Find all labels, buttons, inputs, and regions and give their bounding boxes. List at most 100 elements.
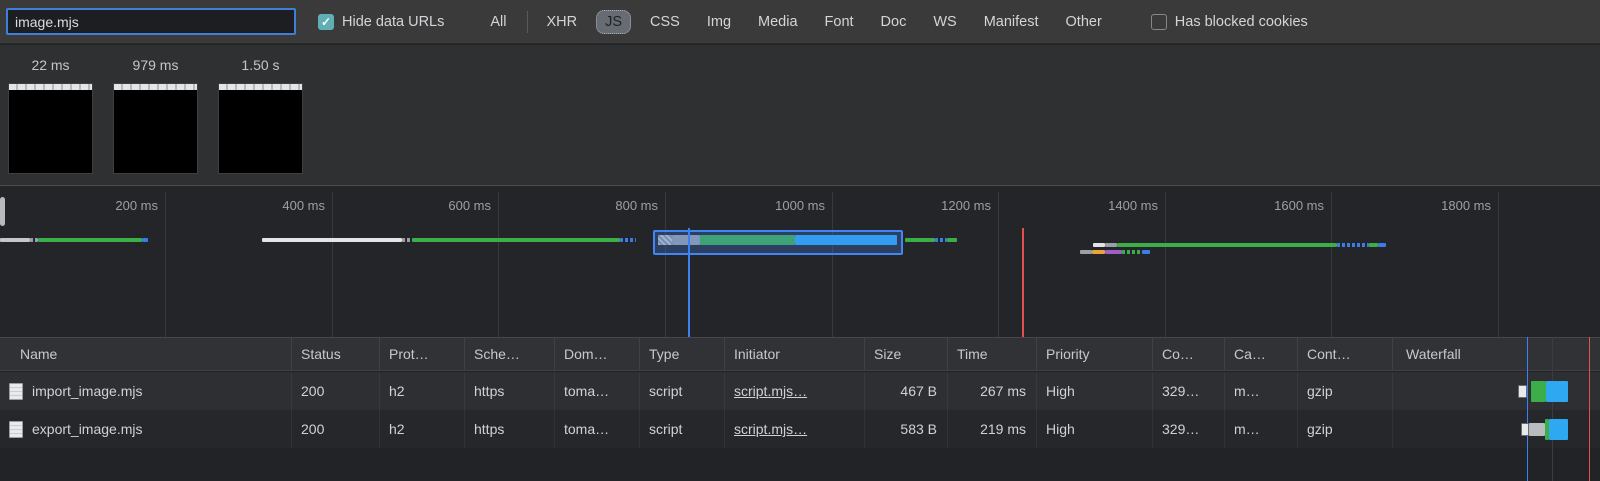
frame-screenshot (8, 83, 93, 174)
timeline-tick-label: 800 ms (615, 198, 658, 213)
toolbar-separator (527, 11, 528, 33)
cell-time: 267 ms (948, 372, 1037, 410)
cell-protocol: h2 (380, 372, 465, 410)
cell-ca: m… (1225, 410, 1298, 448)
frame-timestamp: 1.50 s (218, 57, 303, 77)
waterfall-segment-blue (142, 238, 148, 242)
column-header-initiator[interactable]: Initiator (725, 338, 865, 370)
load-event-marker (1022, 228, 1024, 337)
cell-size: 467 B (865, 372, 948, 410)
table-header-row: NameStatusProt…Sche…Dom…TypeInitiatorSiz… (0, 337, 1600, 371)
waterfall-segment-blue (1337, 243, 1369, 247)
waterfall-segment-blue (1142, 250, 1150, 254)
cell-initiator: script.mjs… (725, 410, 865, 448)
cell-domain: toma… (555, 372, 640, 410)
cell-name: import_image.mjs (0, 372, 292, 410)
waterfall-segment-blue (935, 238, 947, 242)
timeline-tick-label: 1800 ms (1441, 198, 1491, 213)
timeline-gridline (1331, 192, 1332, 337)
overview-selection-window[interactable] (653, 230, 903, 255)
filter-js[interactable]: JS (596, 10, 631, 34)
timeline-tick-label: 200 ms (115, 198, 158, 213)
column-header-dom[interactable]: Dom… (555, 338, 640, 370)
waterfall-segment-blue (1378, 243, 1386, 247)
hide-data-urls-checkbox[interactable]: ✓ (318, 14, 334, 30)
column-header-sche[interactable]: Sche… (465, 338, 555, 370)
timeline-gridline (332, 192, 333, 337)
cell-priority: High (1037, 372, 1153, 410)
frame-screenshot-chrome (114, 84, 197, 90)
waterfall-segment-lightgray (0, 238, 30, 242)
network-filter-toolbar: ✓ Hide data URLs All XHR JS CSS Img Media Font… (0, 0, 1600, 44)
waterfall-segment-purple (1105, 250, 1122, 254)
cell-protocol: h2 (380, 410, 465, 448)
timeline-gridline (832, 192, 833, 337)
filmstrip: 22 ms 979 ms 1.50 s (0, 45, 1600, 185)
initiator-link[interactable]: script.mjs… (734, 421, 807, 437)
cell-cont: gzip (1298, 372, 1393, 410)
frame-timestamp: 979 ms (113, 57, 198, 77)
column-header-status[interactable]: Status (292, 338, 380, 370)
domcontentloaded-marker (688, 228, 690, 337)
column-header-cont[interactable]: Cont… (1298, 338, 1393, 370)
cell-initiator: script.mjs… (725, 372, 865, 410)
has-blocked-cookies-checkbox[interactable] (1151, 14, 1167, 30)
has-blocked-cookies-label: Has blocked cookies (1175, 14, 1308, 30)
filter-all[interactable]: All (482, 10, 514, 34)
column-header-size[interactable]: Size (865, 338, 948, 370)
cell-size: 583 B (865, 410, 948, 448)
filmstrip-frame[interactable]: 22 ms (8, 57, 93, 174)
request-row[interactable]: export_image.mjs200h2httpstoma…scriptscr… (0, 410, 1600, 448)
waterfall-segment-white (262, 238, 402, 242)
column-header-type[interactable]: Type (640, 338, 725, 370)
cell-status: 200 (292, 410, 380, 448)
filter-media[interactable]: Media (750, 10, 806, 34)
cell-type: script (640, 372, 725, 410)
timeline-gridline (165, 192, 166, 337)
filter-css[interactable]: CSS (642, 10, 688, 34)
timeline-overview[interactable]: 200 ms400 ms600 ms800 ms1000 ms1200 ms14… (0, 185, 1600, 337)
filter-ws[interactable]: WS (925, 10, 964, 34)
initiator-link[interactable]: script.mjs… (734, 383, 807, 399)
frame-screenshot (113, 83, 198, 174)
timeline-tick-label: 1000 ms (775, 198, 825, 213)
column-header-waterfall[interactable]: Waterfall (1393, 338, 1600, 370)
request-row[interactable]: import_image.mjs200h2httpstoma…scriptscr… (0, 372, 1600, 410)
column-header-prot[interactable]: Prot… (380, 338, 465, 370)
column-header-co[interactable]: Co… (1153, 338, 1225, 370)
column-header-priority[interactable]: Priority (1037, 338, 1153, 370)
timeline-gridline (1165, 192, 1166, 337)
cell-status: 200 (292, 372, 380, 410)
filter-xhr[interactable]: XHR (538, 10, 585, 34)
cell-type: script (640, 410, 725, 448)
filter-input[interactable] (6, 8, 296, 35)
filter-other[interactable]: Other (1058, 10, 1110, 34)
overview-scroll-handle[interactable] (0, 197, 5, 226)
timeline-gridline (498, 192, 499, 337)
cell-ca: m… (1225, 372, 1298, 410)
frame-screenshot-chrome (219, 84, 302, 90)
waterfall-segment-gray (1105, 243, 1117, 247)
cell-priority: High (1037, 410, 1153, 448)
timeline-tick-label: 400 ms (282, 198, 325, 213)
waterfall-segment-green (1122, 250, 1142, 254)
hide-data-urls-label: Hide data URLs (342, 14, 444, 30)
filter-doc[interactable]: Doc (873, 10, 915, 34)
timeline-tick-label: 1600 ms (1274, 198, 1324, 213)
timeline-gridline (1498, 192, 1499, 337)
column-header-ca[interactable]: Ca… (1225, 338, 1298, 370)
column-header-name[interactable]: Name (0, 338, 292, 370)
cell-wf (1393, 410, 1600, 448)
filter-font[interactable]: Font (817, 10, 862, 34)
cell-time: 219 ms (948, 410, 1037, 448)
filmstrip-frame[interactable]: 1.50 s (218, 57, 303, 174)
timeline-gridline (665, 192, 666, 337)
cell-cont: gzip (1298, 410, 1393, 448)
filter-img[interactable]: Img (699, 10, 739, 34)
frame-screenshot (218, 83, 303, 174)
waterfall-segment-green (412, 238, 620, 242)
waterfall-segment-gray (30, 238, 38, 242)
filmstrip-frame[interactable]: 979 ms (113, 57, 198, 174)
column-header-time[interactable]: Time (948, 338, 1037, 370)
filter-manifest[interactable]: Manifest (976, 10, 1047, 34)
